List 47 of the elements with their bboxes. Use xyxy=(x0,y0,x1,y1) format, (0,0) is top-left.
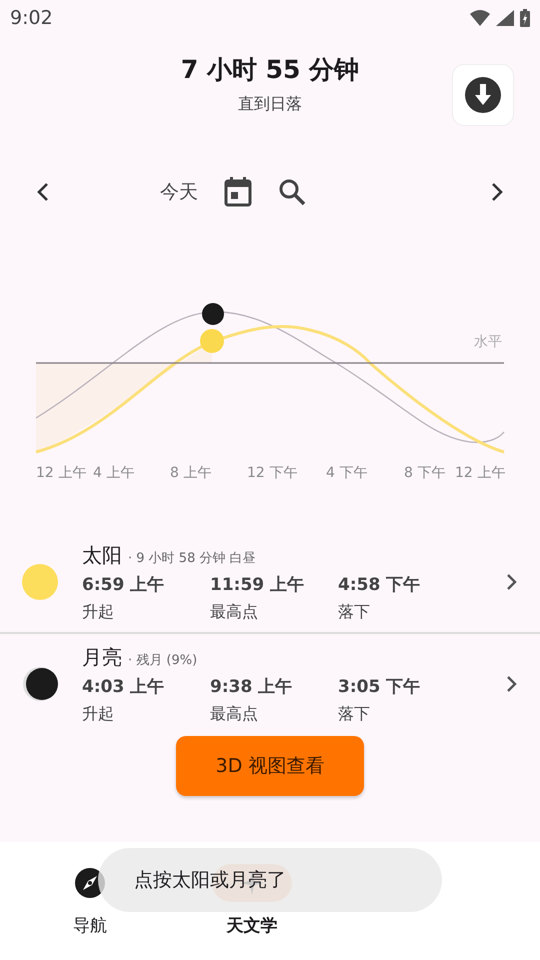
body-name: 月亮 xyxy=(82,644,122,670)
event-time: 6:59 上午 xyxy=(82,574,166,596)
time-axis-label: 4 上午 xyxy=(93,464,134,482)
moon-marker[interactable] xyxy=(202,303,224,325)
moon-icon xyxy=(22,666,58,702)
time-axis-label: 12 上午 xyxy=(36,464,86,482)
status-time: 9:02 xyxy=(10,7,53,29)
event-label: 落下 xyxy=(338,602,371,622)
time-axis-label: 12 下午 xyxy=(247,464,298,482)
signal-icon xyxy=(496,10,514,26)
sun-icon xyxy=(22,564,58,600)
event-label: 落下 xyxy=(338,704,371,724)
event-time: 9:38 上午 xyxy=(210,676,294,698)
event-time: 4:03 上午 xyxy=(82,676,166,698)
wifi-icon xyxy=(470,10,490,26)
date-label[interactable]: 今天 xyxy=(160,179,198,205)
celestial-body-row[interactable]: 太阳 · 9 小时 58 分钟 白昼 6:59 上午 升起 11:59 上午 最高点 4:58 下午 落下 xyxy=(0,532,540,632)
time-axis-label: 8 下午 xyxy=(404,464,446,482)
event-label: 最高点 xyxy=(210,704,259,724)
time-until-subtitle: 直到日落 xyxy=(236,94,303,115)
event-time: 11:59 上午 xyxy=(210,574,306,596)
chevron-right-icon xyxy=(506,675,518,693)
event-label: 升起 xyxy=(82,704,115,724)
horizon-label: 水平 xyxy=(474,333,502,351)
calendar-icon[interactable] xyxy=(224,177,252,207)
body-detail: · 残月 (9%) xyxy=(128,652,198,668)
celestial-body-row[interactable]: 月亮 · 残月 (9%) 4:03 上午 升起 9:38 上午 最高点 3:05 下午 落下 xyxy=(0,634,540,734)
search-icon[interactable] xyxy=(278,178,306,206)
time-axis-label: 4 下午 xyxy=(326,464,368,482)
3d-view-button[interactable]: 3D 视图查看 xyxy=(176,736,364,796)
time-until-title: 7 小时 55 分钟 xyxy=(180,54,360,86)
body-detail: · 9 小时 58 分钟 白昼 xyxy=(128,550,256,566)
next-day-icon[interactable] xyxy=(490,182,504,202)
event-time: 3:05 下午 xyxy=(338,676,422,698)
download-button[interactable] xyxy=(452,64,514,126)
hint-toast: 点按太阳或月亮了 xyxy=(98,848,442,912)
event-time: 4:58 下午 xyxy=(338,574,422,596)
download-icon xyxy=(464,76,502,114)
event-label: 升起 xyxy=(82,602,115,622)
chevron-right-icon xyxy=(506,573,518,591)
event-label: 最高点 xyxy=(210,602,259,622)
time-axis-label: 8 上午 xyxy=(170,464,212,482)
sun-marker[interactable] xyxy=(200,329,224,353)
time-axis-label: 12 上午 xyxy=(455,464,506,482)
body-name: 太阳 xyxy=(82,542,122,568)
battery-icon xyxy=(520,9,530,27)
previous-day-icon[interactable] xyxy=(36,182,50,202)
